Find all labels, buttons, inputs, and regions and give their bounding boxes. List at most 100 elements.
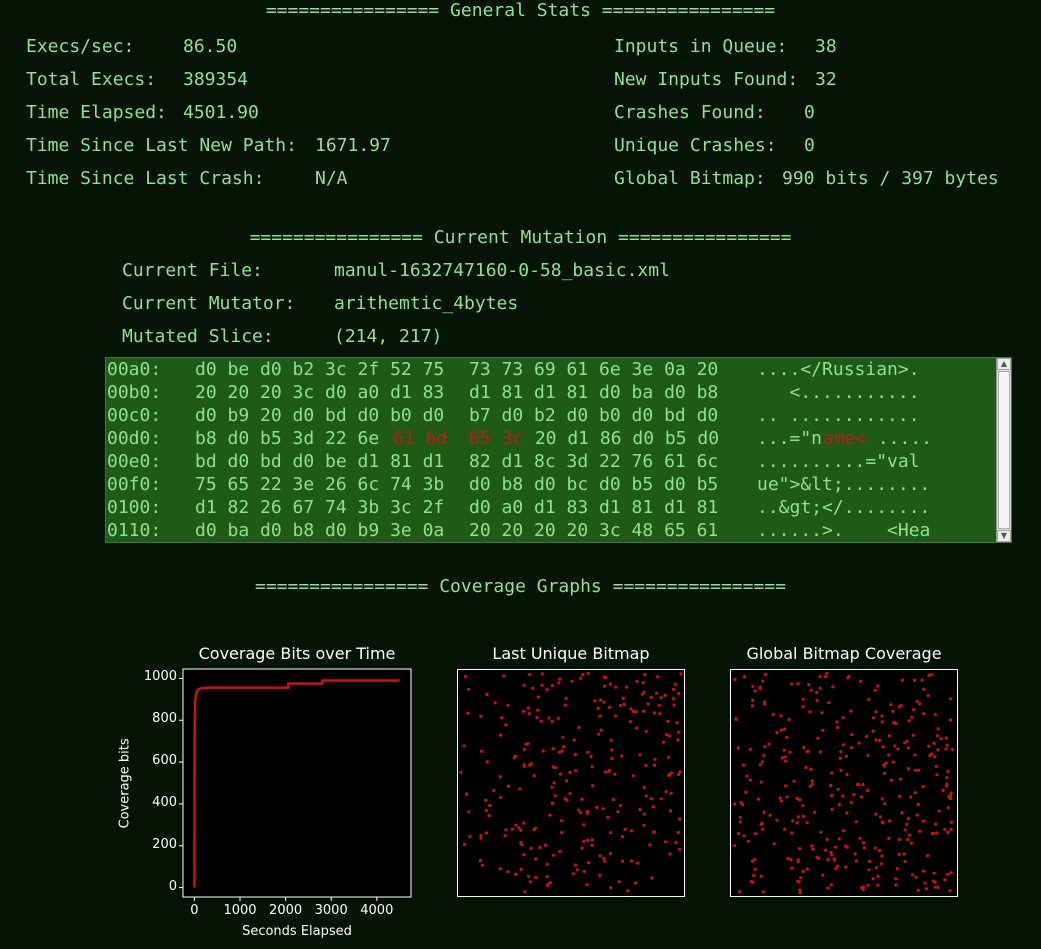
last-unique-bitmap-plot xyxy=(457,669,685,897)
bitmap-dot xyxy=(621,696,625,700)
bitmap-dot xyxy=(753,689,757,693)
bitmap-dot xyxy=(914,875,918,879)
bitmap-dot xyxy=(949,871,953,875)
bitmap-dot xyxy=(574,769,578,773)
bitmap-dot xyxy=(652,763,656,767)
bitmap-dot xyxy=(558,750,562,754)
bitmap-dot xyxy=(790,831,794,835)
bitmap-dot xyxy=(545,862,549,866)
bitmap-dot xyxy=(575,868,579,872)
bitmap-dot xyxy=(801,814,805,818)
bitmap-dot xyxy=(574,863,578,867)
bitmap-dot xyxy=(531,686,535,690)
bitmap-dot xyxy=(783,759,788,763)
bitmap-dot xyxy=(514,872,518,876)
bitmap-dot xyxy=(514,823,518,827)
bitmap-dot xyxy=(620,754,624,758)
bitmap-dot xyxy=(557,681,561,685)
bitmap-dot xyxy=(891,709,895,714)
bitmap-dot xyxy=(761,827,765,832)
bitmap-dot xyxy=(674,840,678,845)
bitmap-dot xyxy=(783,827,787,831)
bitmap-dot xyxy=(894,877,898,881)
bitmap-dot xyxy=(874,866,879,870)
bitmap-dot xyxy=(668,809,673,813)
bitmap-dot xyxy=(504,723,508,727)
bitmap-dot xyxy=(835,864,839,868)
bitmap-dot xyxy=(519,867,523,871)
bitmap-dot xyxy=(551,802,555,806)
bitmap-dot xyxy=(910,873,915,877)
bitmap-dot xyxy=(912,708,916,712)
bitmap-dot xyxy=(642,823,646,827)
bitmap-dot xyxy=(523,890,527,894)
bitmap-dot xyxy=(818,675,822,679)
bitmap-dot xyxy=(734,717,738,721)
bitmap-dot xyxy=(462,842,466,847)
bitmap-dot xyxy=(564,779,569,783)
bitmap-dot xyxy=(779,714,783,718)
bitmap-dot xyxy=(579,676,583,680)
bitmap-dot xyxy=(829,783,833,787)
bitmap-dot xyxy=(635,726,639,730)
bitmap-dot xyxy=(903,828,907,832)
bitmap-dot xyxy=(871,877,875,881)
bitmap-dot xyxy=(606,815,610,820)
bitmap-dot xyxy=(669,771,673,775)
bitmap-dot xyxy=(522,763,526,767)
bitmap-dot xyxy=(826,886,830,890)
bitmap-dot xyxy=(830,771,834,775)
bitmap-dot xyxy=(644,729,648,733)
bitmap-dot xyxy=(839,750,843,754)
bitmap-dot xyxy=(841,716,845,720)
bitmap-dot xyxy=(550,684,554,688)
bitmap-dot xyxy=(763,673,768,677)
bitmap-dot xyxy=(911,733,915,737)
bitmap-dot xyxy=(913,753,917,757)
bitmap-dot xyxy=(568,770,572,775)
bitmap-dot xyxy=(484,809,488,813)
bitmap-dot xyxy=(556,716,560,720)
bitmap-dot xyxy=(572,738,576,742)
bitmap-dot xyxy=(676,830,680,835)
bitmap-dot xyxy=(526,706,530,710)
bitmap-dot xyxy=(907,816,911,821)
bitmap-dot xyxy=(611,798,615,802)
bitmap-dot xyxy=(859,679,863,683)
bitmap-dot xyxy=(923,881,927,885)
bitmap-dot xyxy=(939,737,943,741)
bitmap-dot xyxy=(922,687,926,691)
x-tick-label: 1000 xyxy=(223,903,257,918)
bitmap-dot xyxy=(582,823,586,827)
bitmap-dot xyxy=(518,787,522,791)
bitmap-dot xyxy=(646,702,650,706)
bitmap-dot xyxy=(666,755,671,759)
bitmap-dot xyxy=(581,672,585,677)
bitmap-dot xyxy=(915,700,919,704)
bitmap-dot xyxy=(644,763,648,767)
bitmap-dot xyxy=(815,855,819,859)
bitmap-dot xyxy=(591,784,595,788)
bitmap-dot xyxy=(677,692,681,696)
bitmap-dot xyxy=(887,819,892,823)
bitmap-dot xyxy=(608,705,612,709)
bitmap-dot xyxy=(484,831,489,835)
bitmap-dot xyxy=(934,822,938,826)
bitmap-dot xyxy=(802,746,806,750)
chart2-plot-area xyxy=(457,669,685,897)
bitmap-dot xyxy=(625,685,629,689)
bitmap-dot xyxy=(636,861,640,865)
bitmap-dot xyxy=(894,721,898,725)
bitmap-dot xyxy=(874,812,878,816)
bitmap-dot xyxy=(830,793,834,798)
bitmap-dot xyxy=(656,675,660,679)
bitmap-dot xyxy=(558,677,562,681)
bitmap-dot xyxy=(559,819,564,823)
bitmap-dot xyxy=(878,815,883,819)
bitmap-dot xyxy=(945,872,950,876)
bitmap-dot xyxy=(921,784,925,789)
bitmap-dot xyxy=(619,703,623,707)
bitmap-dot xyxy=(933,713,937,717)
bitmap-dot xyxy=(829,850,833,854)
bitmap-dot xyxy=(663,840,667,844)
